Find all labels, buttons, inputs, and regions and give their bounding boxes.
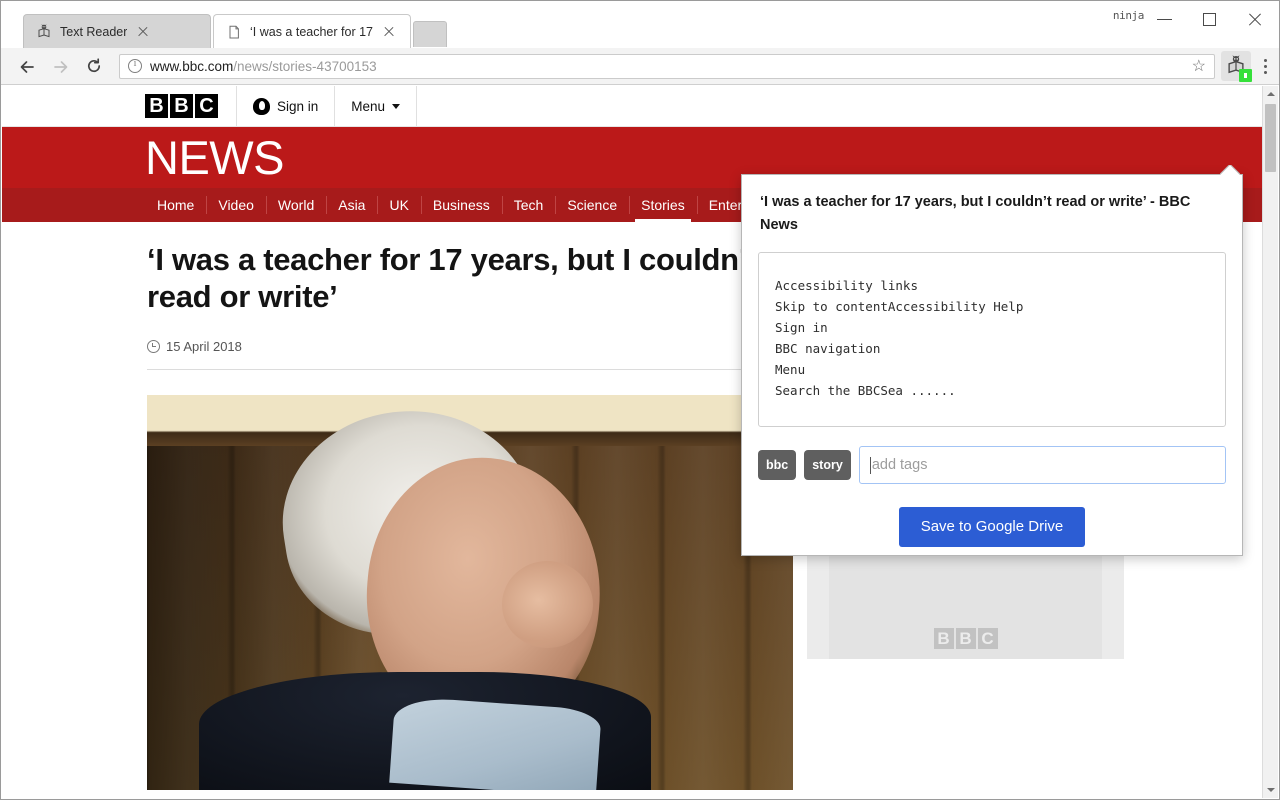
forward-arrow-icon: [53, 59, 68, 73]
forward-button[interactable]: [43, 49, 77, 83]
extracted-line: Skip to contentAccessibility Help: [775, 299, 1024, 314]
cat-book-icon: [36, 23, 52, 40]
extracted-line: BBC navigation: [775, 341, 881, 356]
tag-chip-story[interactable]: story: [804, 450, 851, 480]
text-caret: [869, 456, 871, 474]
kebab-menu-icon[interactable]: [1253, 49, 1279, 83]
scrollbar-thumb[interactable]: [1265, 104, 1276, 172]
close-window-button[interactable]: [1232, 5, 1277, 33]
bbc-global-bar: B B C Sign in Menu: [2, 86, 1278, 127]
extracted-line: Sign in: [775, 320, 828, 335]
menu-label: Menu: [351, 98, 386, 114]
bbc-logo[interactable]: B B C: [145, 86, 237, 126]
nav-item-video[interactable]: Video: [206, 188, 266, 222]
bbc-logo-letter: B: [145, 94, 168, 118]
star-icon[interactable]: ☆: [1192, 58, 1206, 75]
page-scrollbar[interactable]: [1262, 86, 1278, 798]
close-icon[interactable]: [135, 24, 151, 40]
byline-row: 15 April 2018: [147, 337, 793, 355]
extension-active-badge: [1239, 69, 1252, 82]
sign-in-label: Sign in: [277, 98, 319, 114]
back-button[interactable]: [9, 49, 43, 83]
bbc-logo-letter: B: [170, 94, 193, 118]
news-brand[interactable]: NEWS: [145, 128, 285, 188]
document-icon: [226, 24, 242, 40]
bbc-placeholder-letter: B: [933, 628, 954, 649]
address-bar[interactable]: www.bbc.com/news/stories-43700153 ☆: [119, 53, 1215, 79]
reload-icon: [86, 58, 101, 73]
nav-item-asia[interactable]: Asia: [326, 188, 377, 222]
url-path: /news/stories-43700153: [233, 58, 377, 74]
extracted-text-area[interactable]: Accessibility links Skip to contentAcces…: [758, 252, 1226, 427]
browser-toolbar: www.bbc.com/news/stories-43700153 ☆: [1, 48, 1279, 85]
new-tab-button[interactable]: [413, 21, 447, 47]
scroll-up-button[interactable]: [1263, 86, 1278, 102]
bbc-placeholder-letter: B: [955, 628, 976, 649]
scroll-down-button[interactable]: [1263, 782, 1278, 798]
tab-title: Text Reader: [60, 24, 128, 39]
text-reader-extension-icon[interactable]: [1221, 51, 1252, 82]
article-date: 15 April 2018: [166, 338, 242, 354]
nav-item-science[interactable]: Science: [555, 188, 629, 222]
browser-window: Text Reader ‘I was a teacher for 17 ninj…: [0, 0, 1280, 800]
popup-arrow: [1220, 165, 1240, 175]
extension-popup: ‘I was a teacher for 17 years, but I cou…: [741, 174, 1243, 556]
chevron-down-icon: [392, 103, 401, 109]
extracted-line: Accessibility links: [775, 278, 918, 293]
page-title: ‘I was a teacher for 17 years, but I cou…: [147, 242, 758, 314]
bbc-placeholder-logo: B B C: [933, 628, 998, 649]
nav-item-business[interactable]: Business: [420, 188, 502, 222]
nav-item-home[interactable]: Home: [145, 188, 206, 222]
bbc-placeholder-letter: C: [977, 628, 998, 649]
page-viewport: B B C Sign in Menu NEWS Home Video World…: [2, 86, 1278, 798]
ninja-brandmark: ninja: [1112, 9, 1145, 22]
nav-item-tech[interactable]: Tech: [501, 188, 556, 222]
info-circle-icon[interactable]: [128, 58, 142, 73]
url-host: www.bbc.com: [150, 58, 234, 74]
tag-row: bbc story add tags: [758, 446, 1226, 484]
tab-bbc-story[interactable]: ‘I was a teacher for 17: [213, 14, 411, 48]
back-arrow-icon: [19, 59, 34, 73]
global-bar-spacer: [417, 86, 1278, 126]
popup-title: ‘I was a teacher for 17 years, but I cou…: [760, 194, 1191, 233]
account-icon: [253, 97, 270, 115]
tag-chip-bbc[interactable]: bbc: [758, 450, 797, 480]
sign-in-button[interactable]: Sign in: [237, 86, 336, 126]
clock-icon: [147, 339, 160, 353]
add-tags-input[interactable]: add tags: [858, 446, 1226, 484]
tab-strip: Text Reader ‘I was a teacher for 17 ninj…: [1, 1, 1279, 48]
save-to-google-drive-button[interactable]: Save to Google Drive: [898, 507, 1086, 547]
close-icon[interactable]: [381, 24, 397, 40]
tab-title: ‘I was a teacher for 17: [250, 24, 373, 39]
nav-item-world[interactable]: World: [265, 188, 326, 222]
nav-item-stories[interactable]: Stories: [629, 188, 697, 222]
extracted-line: Search the BBCSea ......: [775, 383, 956, 398]
bbc-menu-button[interactable]: Menu: [335, 86, 418, 126]
maximize-button[interactable]: [1187, 5, 1232, 33]
minimize-button[interactable]: [1142, 5, 1187, 33]
popup-footer: Save to Google Drive: [742, 507, 1242, 547]
bbc-logo-letter: C: [195, 94, 218, 118]
add-tags-placeholder: add tags: [871, 457, 928, 473]
divider: [147, 369, 793, 370]
extracted-line: Menu: [775, 362, 806, 377]
article-photo: [147, 395, 793, 790]
nav-item-uk[interactable]: UK: [377, 188, 420, 222]
tab-text-reader[interactable]: Text Reader: [23, 14, 211, 48]
url-text: www.bbc.com/news/stories-43700153: [150, 59, 377, 74]
reload-button[interactable]: [77, 49, 111, 83]
article-column: ‘I was a teacher for 17 years, but I cou…: [147, 241, 793, 790]
